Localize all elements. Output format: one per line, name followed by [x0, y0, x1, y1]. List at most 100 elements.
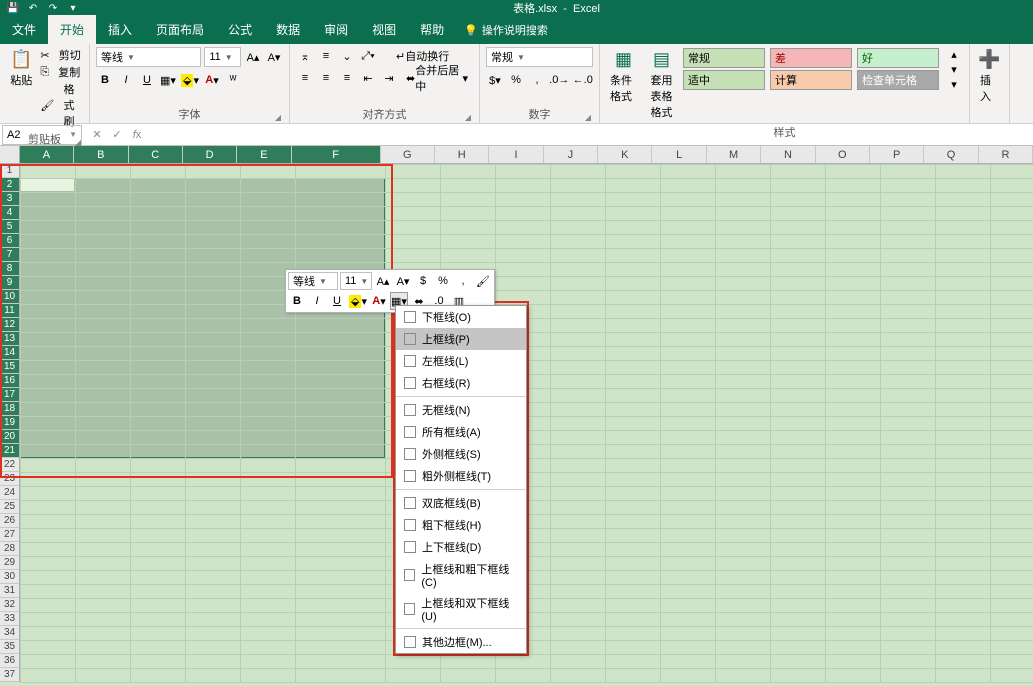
- row-header[interactable]: 16: [0, 374, 19, 388]
- border-menu-item[interactable]: 上框线和双下框线(U): [396, 592, 526, 626]
- row-header[interactable]: 1: [0, 164, 19, 178]
- cell-style-bad[interactable]: 差: [770, 48, 852, 68]
- save-icon[interactable]: 💾: [6, 1, 20, 15]
- column-header[interactable]: I: [489, 146, 543, 163]
- style-gallery-more-icon[interactable]: ▾: [945, 77, 963, 92]
- border-menu-item[interactable]: 外侧框线(S): [396, 443, 526, 465]
- dialog-launcher-icon[interactable]: ◢: [465, 113, 471, 122]
- row-header[interactable]: 36: [0, 654, 19, 668]
- format-as-table-button[interactable]: ▤ 套用 表格格式: [644, 47, 679, 122]
- undo-icon[interactable]: ↶: [26, 1, 40, 15]
- border-button[interactable]: ▦▾: [159, 71, 177, 89]
- select-all-corner[interactable]: [0, 146, 20, 163]
- mini-decrease-font-icon[interactable]: A▾: [394, 272, 412, 290]
- font-size-combo[interactable]: 11▼: [204, 47, 241, 67]
- column-header[interactable]: B: [74, 146, 128, 163]
- row-header[interactable]: 32: [0, 598, 19, 612]
- percent-format-icon[interactable]: %: [507, 71, 525, 89]
- row-header[interactable]: 18: [0, 402, 19, 416]
- row-header[interactable]: 34: [0, 626, 19, 640]
- row-header[interactable]: 27: [0, 528, 19, 542]
- active-cell[interactable]: [21, 179, 74, 191]
- enter-formula-icon[interactable]: ✓: [108, 126, 126, 144]
- column-header[interactable]: J: [544, 146, 598, 163]
- row-header[interactable]: 17: [0, 388, 19, 402]
- tab-insert[interactable]: 插入: [96, 15, 144, 44]
- row-header[interactable]: 10: [0, 290, 19, 304]
- column-header[interactable]: Q: [924, 146, 978, 163]
- decrease-decimal-icon[interactable]: ←.0: [573, 71, 594, 89]
- border-menu-item[interactable]: 左框线(L): [396, 350, 526, 372]
- column-header[interactable]: K: [598, 146, 652, 163]
- tell-me-search[interactable]: 💡 操作说明搜索: [456, 16, 556, 44]
- insert-cells-button[interactable]: ➕ 插入: [976, 47, 1003, 106]
- mini-italic-button[interactable]: I: [308, 292, 326, 310]
- align-center-icon[interactable]: ≡: [317, 69, 335, 87]
- tab-review[interactable]: 审阅: [312, 15, 360, 44]
- cell-style-good[interactable]: 好: [857, 48, 939, 68]
- decrease-font-icon[interactable]: A▾: [265, 48, 283, 66]
- mini-percent-icon[interactable]: %: [434, 272, 452, 290]
- row-header[interactable]: 21: [0, 444, 19, 458]
- row-header[interactable]: 11: [0, 304, 19, 318]
- row-header[interactable]: 9: [0, 276, 19, 290]
- border-menu-item[interactable]: 右框线(R): [396, 372, 526, 394]
- row-header[interactable]: 26: [0, 514, 19, 528]
- tab-data[interactable]: 数据: [264, 15, 312, 44]
- mini-size-combo[interactable]: 11▼: [340, 272, 372, 290]
- row-header[interactable]: 33: [0, 612, 19, 626]
- column-header[interactable]: C: [129, 146, 183, 163]
- cancel-formula-icon[interactable]: ✕: [88, 126, 106, 144]
- paste-button[interactable]: 📋 粘贴: [6, 47, 36, 90]
- tab-help[interactable]: 帮助: [408, 15, 456, 44]
- dialog-launcher-icon[interactable]: ◢: [275, 113, 281, 122]
- orientation-icon[interactable]: ⤢▾: [359, 47, 377, 65]
- align-top-icon[interactable]: ⌅: [296, 47, 314, 65]
- mini-font-color-icon[interactable]: A▾: [370, 292, 388, 310]
- column-header[interactable]: O: [816, 146, 870, 163]
- row-header[interactable]: 30: [0, 570, 19, 584]
- column-header[interactable]: N: [761, 146, 815, 163]
- row-header[interactable]: 23: [0, 472, 19, 486]
- font-name-combo[interactable]: 等线▼: [96, 47, 201, 67]
- tab-view[interactable]: 视图: [360, 15, 408, 44]
- fx-icon[interactable]: fx: [128, 126, 146, 144]
- border-menu-item[interactable]: 上下框线(D): [396, 536, 526, 558]
- bold-button[interactable]: B: [96, 71, 114, 89]
- row-header[interactable]: 20: [0, 430, 19, 444]
- border-menu-item[interactable]: 双底框线(B): [396, 492, 526, 514]
- accounting-format-icon[interactable]: $▾: [486, 71, 504, 89]
- row-header[interactable]: 29: [0, 556, 19, 570]
- row-header[interactable]: 22: [0, 458, 19, 472]
- column-header[interactable]: F: [292, 146, 381, 163]
- cell-style-check[interactable]: 检查单元格: [857, 70, 939, 90]
- border-menu-item[interactable]: 其他边框(M)...: [396, 631, 526, 653]
- row-header[interactable]: 14: [0, 346, 19, 360]
- align-bottom-icon[interactable]: ⌄: [338, 47, 356, 65]
- row-header[interactable]: 6: [0, 234, 19, 248]
- border-menu-item[interactable]: 上框线(P): [396, 328, 526, 350]
- qat-customize-icon[interactable]: ▾: [66, 1, 80, 15]
- mini-font-combo[interactable]: 等线▼: [288, 272, 338, 290]
- style-gallery-down-icon[interactable]: ▾: [945, 62, 963, 77]
- comma-format-icon[interactable]: ,: [528, 71, 546, 89]
- row-header[interactable]: 31: [0, 584, 19, 598]
- mini-bold-button[interactable]: B: [288, 292, 306, 310]
- redo-icon[interactable]: ↷: [46, 1, 60, 15]
- border-menu-item[interactable]: 所有框线(A): [396, 421, 526, 443]
- border-menu-item[interactable]: 粗外侧框线(T): [396, 465, 526, 487]
- cell-style-neutral[interactable]: 适中: [683, 70, 765, 90]
- row-header[interactable]: 3: [0, 192, 19, 206]
- row-header[interactable]: 19: [0, 416, 19, 430]
- row-header[interactable]: 25: [0, 500, 19, 514]
- tab-formulas[interactable]: 公式: [216, 15, 264, 44]
- row-header[interactable]: 24: [0, 486, 19, 500]
- row-header[interactable]: 28: [0, 542, 19, 556]
- align-left-icon[interactable]: ≡: [296, 69, 314, 87]
- row-header[interactable]: 7: [0, 248, 19, 262]
- border-menu-item[interactable]: 无框线(N): [396, 399, 526, 421]
- align-middle-icon[interactable]: ≡: [317, 47, 335, 65]
- font-color-button[interactable]: A▾: [203, 71, 221, 89]
- tab-file[interactable]: 文件: [0, 15, 48, 44]
- cut-button[interactable]: ✂ 剪切: [40, 47, 83, 63]
